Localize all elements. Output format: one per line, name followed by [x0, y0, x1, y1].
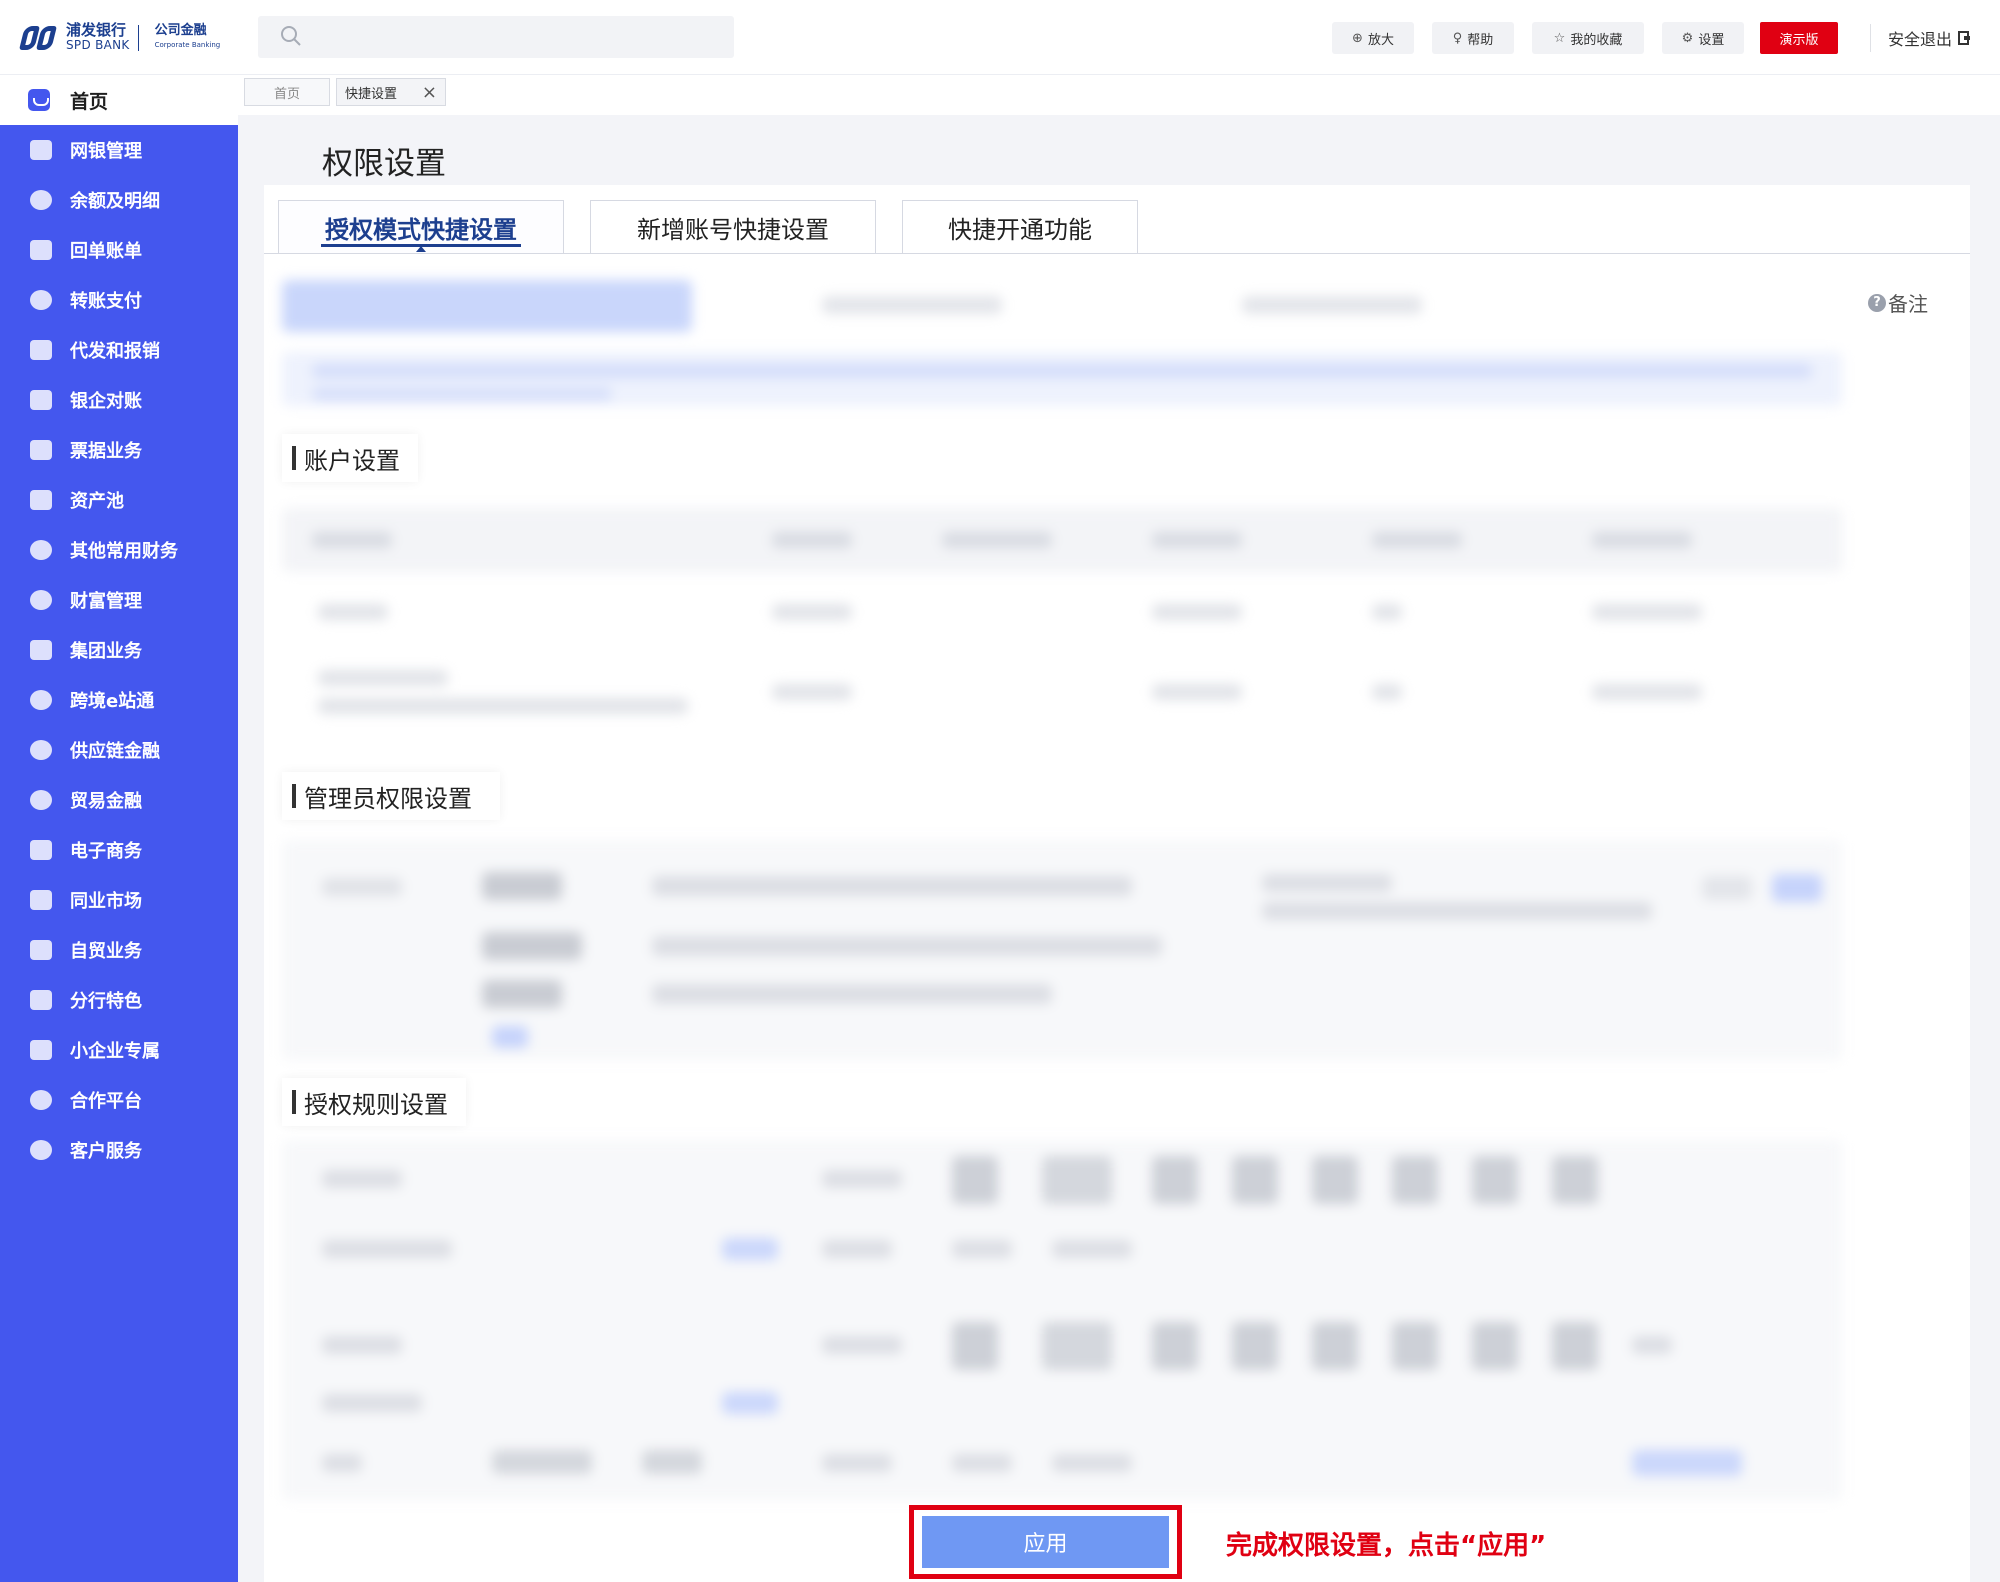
logo-sub-cn: 公司金融 — [154, 23, 207, 38]
document-icon — [30, 240, 52, 260]
logo-divider — [137, 25, 139, 51]
tab-auth-mode[interactable]: 授权模式快捷设置 — [278, 200, 564, 254]
card-icon — [30, 140, 52, 160]
blurred-rules-table — [282, 1140, 1842, 1500]
sidebar-item-group[interactable]: 集团业务 — [0, 625, 238, 675]
sidebar-item-asset-pool[interactable]: 资产池 — [0, 475, 238, 525]
gear-icon: ⚙ — [1681, 30, 1694, 46]
bank-logo[interactable]: 浦发银行 SPD BANK 公司金融 Corporate Banking — [19, 18, 221, 58]
sidebar-item-bills[interactable]: 票据业务 — [0, 425, 238, 475]
question-icon: ? — [1868, 293, 1886, 312]
partner-icon — [30, 1090, 52, 1110]
section-account-settings: 账户设置 — [282, 434, 418, 482]
sidebar-item-sme[interactable]: 小企业专属 — [0, 1025, 238, 1075]
favorites-button[interactable]: ☆ 我的收藏 — [1532, 22, 1644, 54]
close-icon[interactable]: × — [422, 82, 437, 103]
page-tab-home[interactable]: 首页 — [244, 78, 330, 106]
cart-icon — [30, 840, 52, 860]
bill-icon — [30, 440, 52, 460]
finance-icon — [30, 540, 52, 560]
sidebar-item-reconcile[interactable]: 银企对账 — [0, 375, 238, 425]
sidebar-item-ecommerce[interactable]: 电子商务 — [0, 825, 238, 875]
globe-icon — [30, 690, 52, 710]
payroll-icon — [30, 340, 52, 360]
sme-icon — [30, 1040, 52, 1060]
wealth-icon — [30, 590, 52, 610]
trade-icon — [30, 790, 52, 810]
lightbulb-icon: ♀ — [1452, 30, 1463, 46]
search-icon — [281, 26, 301, 46]
logout-button[interactable]: 安全退出 — [1888, 26, 1971, 50]
sidebar-item-netbank[interactable]: 网银管理 — [0, 125, 238, 175]
sidebar-item-branch[interactable]: 分行特色 — [0, 975, 238, 1025]
logo-name-en: SPD BANK — [66, 38, 130, 52]
sidebar-item-crossborder[interactable]: 跨境e站通 — [0, 675, 238, 725]
tab-indicator-icon — [416, 246, 426, 252]
page-tabs: 首页 快捷设置 × — [238, 75, 2000, 115]
top-bar: 浦发银行 SPD BANK 公司金融 Corporate Banking ⊕ 放… — [0, 0, 2000, 75]
sidebar-item-receipts[interactable]: 回单账单 — [0, 225, 238, 275]
blurred-account-table — [282, 508, 1842, 738]
zoom-in-icon: ⊕ — [1352, 30, 1363, 46]
sidebar-item-trade[interactable]: 贸易金融 — [0, 775, 238, 825]
branch-icon — [30, 990, 52, 1010]
content-card-header — [264, 115, 1970, 185]
wallet-icon — [30, 490, 52, 510]
header-divider — [1870, 24, 1871, 52]
sidebar-item-home[interactable]: 首页 — [0, 75, 238, 125]
search-input[interactable] — [258, 16, 734, 58]
sidebar-item-service[interactable]: 客户服务 — [0, 1125, 238, 1175]
tab-quick-open[interactable]: 快捷开通功能 — [902, 200, 1138, 254]
zoom-button[interactable]: ⊕ 放大 — [1332, 22, 1414, 54]
sidebar-item-other-finance[interactable]: 其他常用财务 — [0, 525, 238, 575]
apply-button[interactable]: 应用 — [922, 1516, 1169, 1568]
page-title: 权限设置 — [322, 146, 446, 182]
sidebar-item-payroll[interactable]: 代发和报销 — [0, 325, 238, 375]
page-tab-quick-settings[interactable]: 快捷设置 × — [336, 78, 446, 106]
transfer-icon — [30, 290, 52, 310]
instruction-hint: 完成权限设置，点击“应用” — [1226, 1531, 1547, 1561]
help-button[interactable]: ♀ 帮助 — [1432, 22, 1514, 54]
section-admin-permissions: 管理员权限设置 — [282, 772, 500, 820]
sidebar-item-balance[interactable]: 余额及明细 — [0, 175, 238, 225]
chart-icon — [30, 890, 52, 910]
remark-link[interactable]: ? 备注 — [1868, 288, 1928, 317]
chain-icon — [30, 740, 52, 760]
sidebar-item-supply-chain[interactable]: 供应链金融 — [0, 725, 238, 775]
logo-sub-en: Corporate Banking — [154, 41, 221, 49]
star-icon: ☆ — [1553, 30, 1566, 46]
ftz-icon — [30, 940, 52, 960]
sidebar-item-ftz[interactable]: 自贸业务 — [0, 925, 238, 975]
drop-icon — [30, 190, 52, 210]
logo-name-cn: 浦发银行 — [66, 21, 127, 39]
demo-badge[interactable]: 演示版 — [1760, 22, 1838, 54]
settings-button[interactable]: ⚙ 设置 — [1662, 22, 1744, 54]
sidebar-item-interbank[interactable]: 同业市场 — [0, 875, 238, 925]
blurred-admin-settings — [282, 840, 1842, 1060]
section-auth-rules: 授权规则设置 — [282, 1078, 466, 1126]
sidebar-item-transfer[interactable]: 转账支付 — [0, 275, 238, 325]
sidebar-item-wealth[interactable]: 财富管理 — [0, 575, 238, 625]
building-icon — [30, 640, 52, 660]
reconcile-icon — [30, 390, 52, 410]
tab-divider — [264, 253, 1970, 254]
spd-logo-icon — [19, 23, 58, 53]
logout-icon — [1958, 31, 1971, 45]
tab-new-account[interactable]: 新增账号快捷设置 — [590, 200, 876, 254]
home-icon — [28, 89, 50, 111]
service-icon — [30, 1140, 52, 1160]
sidebar-item-partner[interactable]: 合作平台 — [0, 1075, 238, 1125]
blurred-notice — [282, 272, 1842, 412]
sidebar: 首页 网银管理 余额及明细 回单账单 转账支付 代发和报销 银企对账 票据业务 … — [0, 75, 238, 1582]
sidebar-menu: 网银管理 余额及明细 回单账单 转账支付 代发和报销 银企对账 票据业务 资产池… — [0, 125, 238, 1175]
